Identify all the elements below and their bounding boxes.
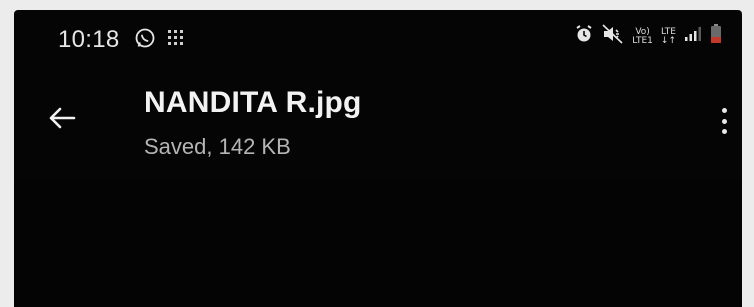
signal-icon (684, 26, 702, 47)
grid-notification-icon (166, 28, 186, 53)
file-status-subtitle: Saved, 142 KB (144, 134, 291, 159)
file-title: NANDITA R.jpg (144, 86, 362, 119)
status-time: 10:18 (58, 26, 120, 53)
lte-icon: LTE ↓↑ (660, 26, 676, 46)
volte-icon: Vo) LTE1 (632, 26, 653, 46)
status-left-icons (134, 27, 186, 54)
more-options-button[interactable] (714, 104, 734, 138)
mute-icon (602, 24, 624, 49)
battery-icon (710, 24, 722, 49)
status-bar: 10:18 Vo) LTE1 LTE ↓↑ (14, 10, 742, 70)
phone-screen: 10:18 Vo) LTE1 LTE ↓↑ NANDITA R.jpg Save… (14, 10, 742, 307)
alarm-icon (574, 24, 594, 49)
more-vert-icon (721, 108, 727, 113)
image-viewer-area[interactable] (14, 180, 742, 307)
arrow-left-icon (47, 106, 77, 135)
back-button[interactable] (44, 102, 80, 138)
status-right-icons: Vo) LTE1 LTE ↓↑ (574, 24, 722, 49)
whatsapp-icon (134, 27, 156, 54)
